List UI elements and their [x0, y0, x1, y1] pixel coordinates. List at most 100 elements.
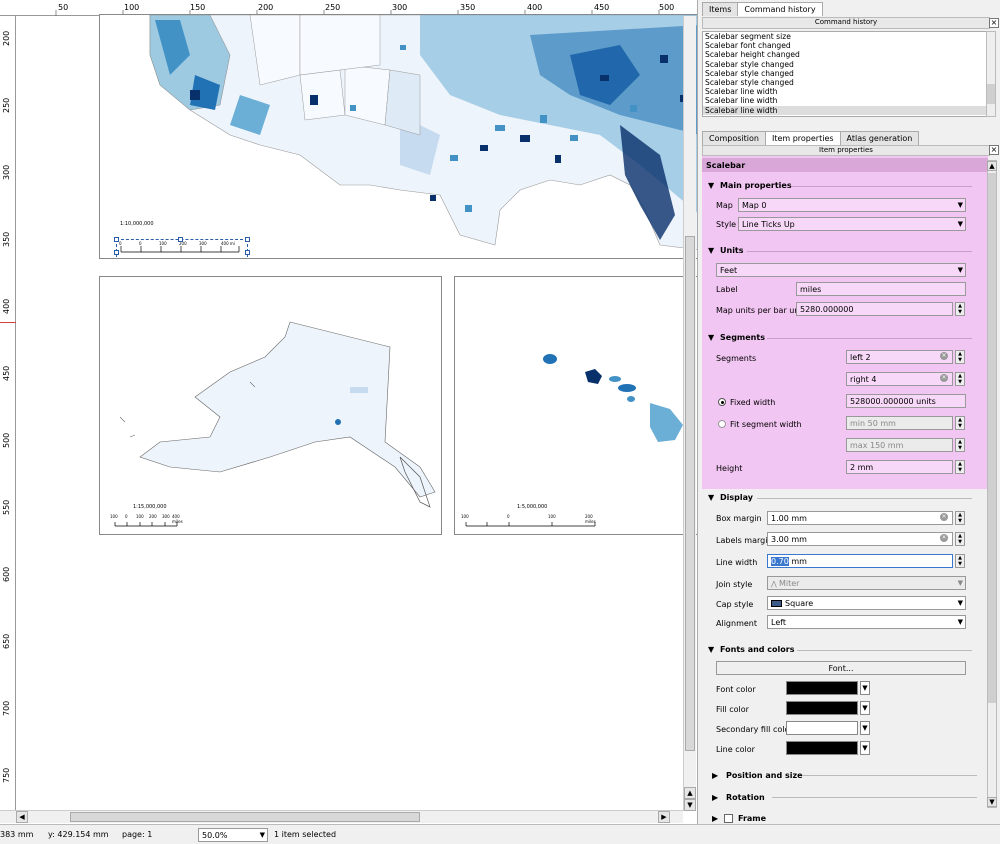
horizontal-scrollbar[interactable]: ◀ ▶ [0, 810, 683, 823]
triangle-right-icon[interactable]: ▶ [712, 771, 718, 780]
display-heading[interactable]: Display [720, 493, 753, 502]
cap-style-combo[interactable]: Square ▼ [767, 596, 966, 610]
triangle-right-icon[interactable]: ▶ [712, 793, 718, 802]
list-item[interactable]: Scalebar line width [703, 96, 986, 105]
left-segments-input[interactable]: left 2 × [846, 350, 953, 364]
fixed-width-label[interactable]: Fixed width [730, 398, 775, 407]
triangle-down-icon[interactable]: ▼ [708, 246, 714, 255]
fonts-colors-heading[interactable]: Fonts and colors [720, 645, 795, 654]
resize-handle[interactable] [245, 250, 250, 255]
label-input[interactable]: miles [796, 282, 966, 296]
fixed-width-input[interactable]: 528000.000000 units [846, 394, 966, 408]
units-heading[interactable]: Units [720, 246, 744, 255]
history-scroll-thumb[interactable] [987, 84, 995, 104]
fit-segment-radio[interactable] [718, 420, 726, 428]
position-size-heading[interactable]: Position and size [726, 771, 803, 780]
chevron-down-icon[interactable]: ▼ [860, 721, 870, 735]
labels-margin-input[interactable]: 3.00 mm × [767, 532, 953, 546]
horizontal-scroll-thumb[interactable] [70, 812, 420, 822]
height-spinner[interactable]: ▲ ▼ [955, 460, 965, 474]
scroll-down-button[interactable]: ▼ [684, 799, 696, 811]
line-width-spinner[interactable]: ▲ ▼ [955, 554, 965, 568]
min-width-spinner[interactable]: ▲ ▼ [955, 416, 965, 430]
composer-canvas[interactable]: 50 100 150 200 250 300 350 400 450 500 2… [0, 0, 702, 824]
list-item[interactable]: Scalebar style changed [703, 78, 986, 87]
max-width-spinner[interactable]: ▲ ▼ [955, 438, 965, 452]
list-item[interactable]: Scalebar style changed [703, 60, 986, 69]
fill-color-swatch[interactable] [786, 701, 858, 715]
fit-segment-label[interactable]: Fit segment width [730, 420, 802, 429]
resize-handle[interactable] [114, 250, 119, 255]
scroll-down-button[interactable]: ▼ [987, 797, 997, 807]
box-margin-spinner[interactable]: ▲ ▼ [955, 511, 965, 525]
history-scrollbar[interactable] [986, 31, 996, 117]
alaska-scalebar[interactable]: 100 0 100 200 300 400 miles [110, 514, 190, 530]
main-properties-heading[interactable]: Main properties [720, 181, 792, 190]
min-width-input[interactable]: min 50 mm [846, 416, 953, 430]
clear-icon[interactable]: × [940, 534, 948, 542]
rotation-heading[interactable]: Rotation [726, 793, 765, 802]
join-style-combo[interactable]: ⋀ Miter ▼ [767, 576, 966, 590]
scroll-up-button[interactable]: ▲ [684, 787, 696, 799]
chevron-down-icon[interactable]: ▼ [860, 681, 870, 695]
alignment-combo[interactable]: Left ▼ [767, 615, 966, 629]
scroll-right-button[interactable]: ▶ [658, 811, 670, 823]
triangle-down-icon[interactable]: ▼ [708, 181, 714, 190]
tab-atlas-generation[interactable]: Atlas generation [839, 131, 920, 145]
font-color-swatch[interactable] [786, 681, 858, 695]
resize-handle[interactable] [114, 237, 119, 242]
props-scrollbar[interactable]: ▲ ▼ [987, 160, 997, 808]
resize-handle[interactable] [245, 237, 250, 242]
segments-heading[interactable]: Segments [720, 333, 765, 342]
frame-heading[interactable]: Frame [738, 814, 766, 823]
vertical-scrollbar[interactable]: ▲ ▼ [683, 16, 696, 811]
list-item[interactable]: Scalebar height changed [703, 50, 986, 59]
list-item-selected[interactable]: Scalebar line width [703, 105, 986, 115]
line-width-input[interactable]: 0.70 mm [767, 554, 953, 568]
clear-icon[interactable]: × [940, 513, 948, 521]
list-item[interactable]: Scalebar line width [703, 87, 986, 96]
resize-handle[interactable] [178, 237, 183, 242]
vertical-scroll-thumb[interactable] [685, 236, 695, 751]
font-button[interactable]: Font... [716, 661, 966, 675]
list-item[interactable]: Scalebar font changed [703, 41, 986, 50]
close-icon[interactable]: × [989, 145, 999, 155]
command-history-list[interactable]: Scalebar segment size Scalebar font chan… [702, 31, 987, 117]
list-item[interactable]: Scalebar style changed [703, 69, 986, 78]
chevron-down-icon[interactable]: ▼ [860, 701, 870, 715]
line-color-swatch[interactable] [786, 741, 858, 755]
max-width-input[interactable]: max 150 mm [846, 438, 953, 452]
map-combo[interactable]: Map 0 ▼ [738, 198, 966, 212]
clear-icon[interactable]: × [940, 352, 948, 360]
box-margin-input[interactable]: 1.00 mm × [767, 511, 953, 525]
units-combo[interactable]: Feet ▼ [716, 263, 966, 277]
labels-margin-spinner[interactable]: ▲ ▼ [955, 532, 965, 546]
chevron-down-icon[interactable]: ▼ [860, 741, 870, 755]
map-units-spinner[interactable]: ▲ ▼ [955, 302, 965, 316]
scroll-up-button[interactable]: ▲ [987, 161, 997, 171]
tab-item-properties[interactable]: Item properties [764, 131, 841, 145]
right-segments-input[interactable]: right 4 × [846, 372, 953, 386]
tab-items[interactable]: Items [702, 2, 739, 16]
height-input[interactable]: 2 mm [846, 460, 953, 474]
hawaii-scalebar[interactable]: 100 0 100 200 miles [461, 514, 601, 530]
close-icon[interactable]: × [989, 18, 999, 28]
clear-icon[interactable]: × [940, 374, 948, 382]
composition-page[interactable]: 1:10,000,000 0 0 100 200 300 400 mi 1:15… [20, 14, 702, 811]
right-segments-spinner[interactable]: ▲ ▼ [955, 372, 965, 386]
frame-checkbox[interactable] [724, 814, 733, 823]
left-segments-spinner[interactable]: ▲ ▼ [955, 350, 965, 364]
main-scalebar-selection[interactable]: 0 0 100 200 300 400 mi [114, 237, 250, 258]
zoom-combo[interactable]: 50.0% ▼ [198, 828, 268, 842]
triangle-down-icon[interactable]: ▼ [708, 493, 714, 502]
map-item-hawaii[interactable]: 1:5,000,000 100 0 100 200 miles [454, 276, 702, 535]
props-scroll-thumb[interactable] [988, 173, 996, 703]
triangle-down-icon[interactable]: ▼ [708, 333, 714, 342]
scroll-left-button[interactable]: ◀ [16, 811, 28, 823]
triangle-right-icon[interactable]: ▶ [712, 814, 718, 823]
triangle-down-icon[interactable]: ▼ [708, 645, 714, 654]
secondary-fill-swatch[interactable] [786, 721, 858, 735]
fixed-width-radio[interactable] [718, 398, 726, 406]
map-units-input[interactable]: 5280.000000 [796, 302, 953, 316]
map-item-main[interactable]: 1:10,000,000 0 0 100 200 300 400 mi [99, 14, 702, 259]
